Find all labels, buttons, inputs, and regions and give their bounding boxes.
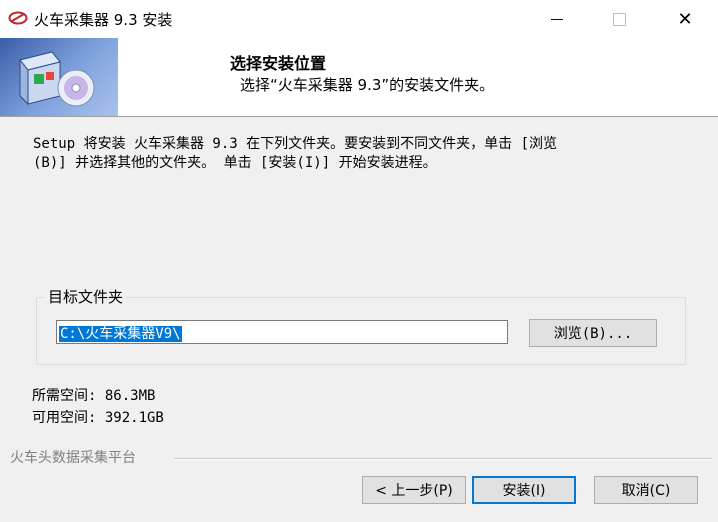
close-icon: ✕: [677, 8, 693, 30]
install-path-value: C:\火车采集器V9\: [59, 326, 182, 342]
space-available-text: 可用空间: 392.1GB: [32, 410, 164, 426]
back-button[interactable]: < 上一步(P): [362, 476, 466, 504]
wizard-header: 选择安装位置 选择“火车采集器 9.3”的安装文件夹。: [0, 38, 718, 117]
installer-banner-image: [0, 38, 118, 116]
space-required-text: 所需空间: 86.3MB: [32, 388, 156, 404]
title-bar[interactable]: 火车采集器 9.3 安装 ✕: [0, 0, 718, 38]
page-subtitle: 选择“火车采集器 9.3”的安装文件夹。: [240, 76, 495, 94]
destination-folder-label: 目标文件夹: [45, 286, 127, 307]
close-button[interactable]: ✕: [662, 0, 708, 38]
wizard-content: Setup 将安装 火车采集器 9.3 在下列文件夹。要安装到不同文件夹，单击 …: [0, 117, 718, 522]
minimize-button[interactable]: [534, 0, 580, 38]
page-title: 选择安装位置: [230, 54, 327, 73]
maximize-button[interactable]: [596, 0, 642, 38]
minimize-icon: [551, 18, 563, 20]
destination-folder-group: 目标文件夹 C:\火车采集器V9\ 浏览(B)...: [36, 286, 686, 365]
browse-button[interactable]: 浏览(B)...: [529, 319, 657, 347]
footer-divider: [174, 458, 712, 460]
maximize-icon: [612, 12, 626, 26]
instructions-text: Setup 将安装 火车采集器 9.3 在下列文件夹。要安装到不同文件夹，单击 …: [33, 136, 558, 171]
install-button[interactable]: 安装(I): [472, 476, 576, 504]
installer-box-icon: [19, 51, 95, 107]
cancel-button[interactable]: 取消(C): [594, 476, 698, 504]
window-title: 火车采集器 9.3 安装: [34, 11, 173, 29]
branding-text: 火车头数据采集平台: [10, 450, 136, 466]
install-path-input[interactable]: C:\火车采集器V9\: [56, 320, 508, 344]
app-logo-icon: [8, 11, 28, 25]
